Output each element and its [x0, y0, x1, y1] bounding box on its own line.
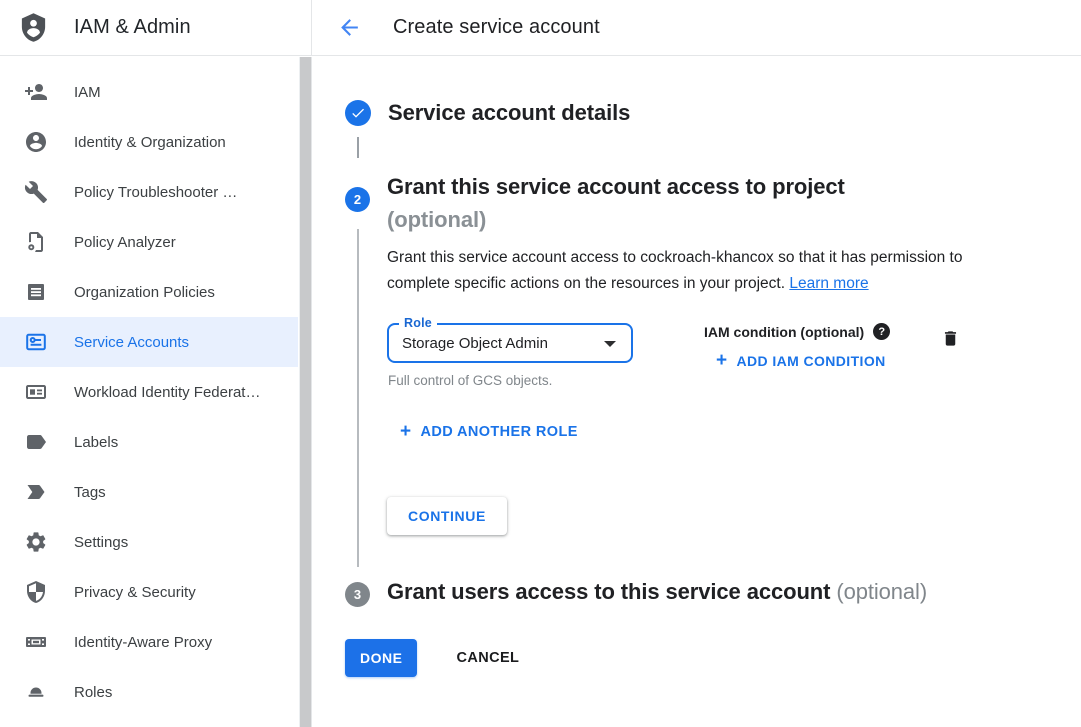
step2-title-text: Grant this service account access to pro…	[387, 174, 845, 199]
continue-button[interactable]: CONTINUE	[387, 497, 507, 535]
sidebar-item-labels[interactable]: Labels	[0, 417, 311, 467]
form-actions: DONE CANCEL	[345, 639, 1081, 677]
step1-service-account-details: Service account details	[345, 100, 1081, 126]
sidebar-item-label: Identity & Organization	[74, 134, 226, 151]
done-button[interactable]: DONE	[345, 639, 417, 677]
membership-card-icon	[24, 380, 48, 404]
product-title: IAM & Admin	[74, 16, 191, 39]
account-circle-icon	[24, 130, 48, 154]
sidebar-item-label: Identity-Aware Proxy	[74, 634, 212, 651]
shield-half-icon	[24, 580, 48, 604]
sidebar-item-policy-analyzer[interactable]: Policy Analyzer	[0, 217, 311, 267]
learn-more-link[interactable]: Learn more	[789, 275, 868, 292]
sidebar-item-label: Settings	[74, 534, 128, 551]
iam-admin-shield-logo-icon	[18, 12, 49, 43]
service-account-icon	[24, 330, 48, 354]
plus-icon: +	[716, 351, 728, 370]
sidebar-item-settings[interactable]: Settings	[0, 517, 311, 567]
sidebar-item-policy-troubleshooter[interactable]: Policy Troubleshooter …	[0, 167, 311, 217]
role-binding-row: Role Storage Object Admin Full control o…	[387, 317, 993, 388]
step-connector-line	[357, 137, 359, 158]
hard-hat-icon	[24, 680, 48, 704]
step1-complete-indicator	[345, 100, 371, 126]
delete-role-button[interactable]	[941, 328, 960, 349]
step2-optional-label: (optional)	[387, 203, 993, 236]
sidebar-item-label: Privacy & Security	[74, 584, 196, 601]
sidebar-item-iam[interactable]: IAM	[0, 67, 311, 117]
sidebar-item-label: Policy Troubleshooter …	[74, 184, 237, 201]
label-icon	[24, 430, 48, 454]
role-column: Role Storage Object Admin Full control o…	[387, 317, 633, 388]
arrow-back-icon	[337, 15, 362, 40]
sidebar-item-organization-policies[interactable]: Organization Policies	[0, 267, 311, 317]
page-title: Create service account	[393, 16, 600, 39]
step2-number-indicator: 2	[345, 187, 370, 212]
iam-admin-sidebar: IAM Identity & Organization Policy Troub…	[0, 57, 312, 727]
sidebar-item-label: Workload Identity Federat…	[74, 384, 260, 401]
check-icon	[350, 105, 366, 121]
tag-arrow-icon	[24, 480, 48, 504]
step3-optional-label: (optional)	[836, 579, 927, 604]
step2-title: Grant this service account access to pro…	[387, 170, 993, 236]
cancel-button[interactable]: CANCEL	[448, 640, 527, 676]
create-service-account-form: Service account details 2 Grant this ser…	[312, 57, 1081, 727]
iam-condition-column: IAM condition (optional) ? + ADD IAM CON…	[704, 317, 890, 370]
sidebar-item-privacy-security[interactable]: Privacy & Security	[0, 567, 311, 617]
proxy-icon	[24, 630, 48, 654]
add-iam-condition-button[interactable]: + ADD IAM CONDITION	[716, 351, 890, 370]
sidebar-scrollbar	[298, 57, 311, 727]
step-connector-line	[357, 229, 359, 567]
role-field-label: Role	[399, 316, 437, 330]
add-iam-condition-label: ADD IAM CONDITION	[737, 353, 886, 369]
page-header: Create service account	[312, 0, 1081, 55]
sidebar-item-label: Organization Policies	[74, 284, 215, 301]
step2-description-text: Grant this service account access to coc…	[387, 249, 962, 292]
product-header: IAM & Admin	[0, 0, 312, 55]
sidebar-item-label: Labels	[74, 434, 118, 451]
role-selected-value: Storage Object Admin	[389, 325, 631, 362]
trash-icon	[941, 328, 960, 349]
top-app-bar: IAM & Admin Create service account	[0, 0, 1081, 56]
sidebar-item-identity-organization[interactable]: Identity & Organization	[0, 117, 311, 167]
sidebar-item-identity-aware-proxy[interactable]: Identity-Aware Proxy	[0, 617, 311, 667]
step3-title: Grant users access to this service accou…	[387, 579, 927, 607]
dropdown-caret-icon	[604, 341, 616, 347]
plus-icon: +	[400, 422, 412, 441]
person-add-icon	[24, 80, 48, 104]
back-button[interactable]	[336, 15, 362, 41]
role-helper-text: Full control of GCS objects.	[387, 373, 633, 388]
sidebar-item-label: IAM	[74, 84, 101, 101]
sidebar-item-label: Policy Analyzer	[74, 234, 176, 251]
step1-title: Service account details	[388, 100, 630, 126]
sidebar-scrollbar-thumb[interactable]	[299, 57, 311, 727]
gear-icon	[24, 530, 48, 554]
policy-analyzer-icon	[24, 230, 48, 254]
step2-grant-access: 2 Grant this service account access to p…	[345, 170, 1081, 535]
role-select[interactable]: Role Storage Object Admin	[387, 323, 633, 363]
step3-title-text: Grant users access to this service accou…	[387, 579, 830, 604]
step2-description: Grant this service account access to coc…	[387, 245, 993, 296]
sidebar-item-label: Service Accounts	[74, 334, 189, 351]
step3-number-indicator: 3	[345, 582, 370, 607]
step3-grant-users-access: 3 Grant users access to this service acc…	[345, 579, 1081, 607]
sidebar-item-workload-identity-federation[interactable]: Workload Identity Federat…	[0, 367, 311, 417]
sidebar-item-service-accounts[interactable]: Service Accounts	[0, 317, 311, 367]
iam-condition-label: IAM condition (optional)	[704, 324, 864, 340]
add-another-role-button[interactable]: + ADD ANOTHER ROLE	[400, 422, 993, 441]
sidebar-item-label: Roles	[74, 684, 112, 701]
wrench-icon	[24, 180, 48, 204]
sidebar-item-tags[interactable]: Tags	[0, 467, 311, 517]
sidebar-item-roles[interactable]: Roles	[0, 667, 311, 717]
document-lines-icon	[24, 280, 48, 304]
add-another-role-label: ADD ANOTHER ROLE	[421, 424, 578, 440]
help-icon[interactable]: ?	[873, 323, 890, 340]
sidebar-item-label: Tags	[74, 484, 106, 501]
